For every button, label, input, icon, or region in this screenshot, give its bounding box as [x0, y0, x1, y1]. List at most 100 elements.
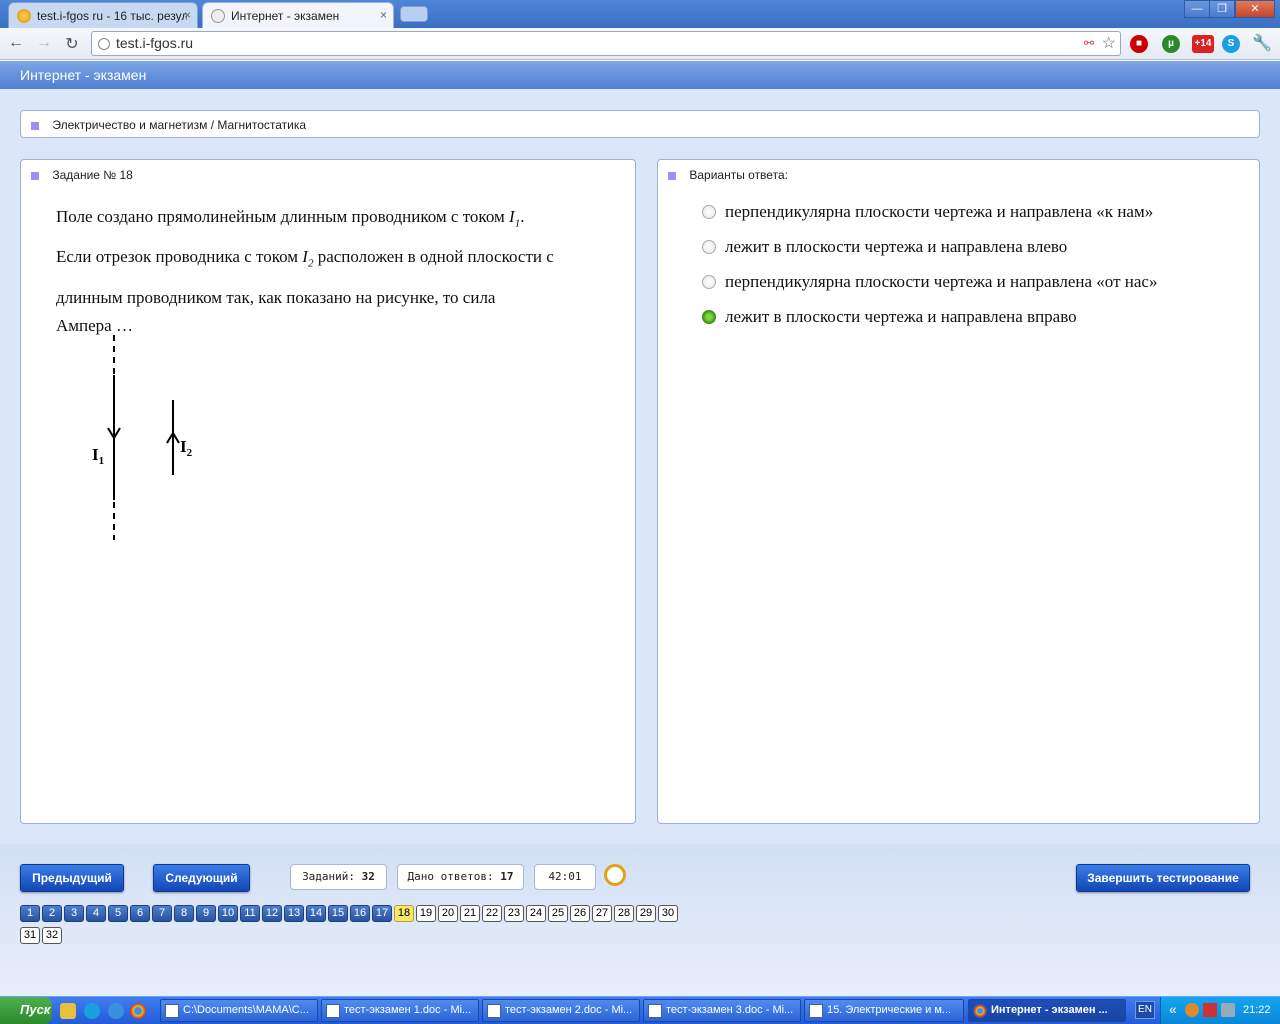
page-button-29[interactable]: 29 [636, 905, 656, 922]
page-button-22[interactable]: 22 [482, 905, 502, 922]
page-button-7[interactable]: 7 [152, 905, 172, 922]
radio-button[interactable] [702, 205, 716, 219]
page-button-13[interactable]: 13 [284, 905, 304, 922]
answer-option[interactable]: перпендикулярна плоскости чертежа и напр… [702, 272, 1157, 292]
page-button-17[interactable]: 17 [372, 905, 392, 922]
address-bar[interactable]: test.i-fgos.ru ⚯ ☆ [91, 31, 1121, 56]
question-line: расположен в одной плоскости с [313, 247, 554, 267]
taskbar-item-label: 15. Электрические и м... [827, 1004, 952, 1016]
question-line: . [520, 207, 525, 226]
page-button-8[interactable]: 8 [174, 905, 194, 922]
page-button-19[interactable]: 19 [416, 905, 436, 922]
answer-label: перпендикулярна плоскости чертежа и напр… [725, 202, 1154, 221]
answer-option[interactable]: перпендикулярна плоскости чертежа и напр… [702, 202, 1153, 222]
tray-app-icon[interactable] [1185, 1003, 1199, 1017]
answered-count-value: 17 [500, 870, 514, 883]
page-button-6[interactable]: 6 [130, 905, 150, 922]
minimize-button[interactable]: — [1184, 0, 1210, 18]
label-i2: I2 [180, 437, 193, 459]
page-button-28[interactable]: 28 [614, 905, 634, 922]
page-button-11[interactable]: 11 [240, 905, 260, 922]
page-button-21[interactable]: 21 [460, 905, 480, 922]
taskbar-item-label: C:\Documents\MAMA\C... [183, 1004, 309, 1016]
tasks-count-value: 32 [361, 870, 375, 883]
maximize-button[interactable]: ❐ [1209, 0, 1235, 18]
quicklaunch-icon[interactable] [60, 1003, 76, 1019]
page-button-20[interactable]: 20 [438, 905, 458, 922]
answers-panel: Варианты ответа: перпендикулярна плоскос… [657, 159, 1260, 824]
page-button-16[interactable]: 16 [350, 905, 370, 922]
page-button-23[interactable]: 23 [504, 905, 524, 922]
new-tab-button[interactable] [400, 6, 428, 22]
conductor-figure: I1 I2 [92, 335, 193, 540]
wrench-menu-icon[interactable]: 🔧 [1252, 35, 1272, 53]
answer-option[interactable]: лежит в плоскости чертежа и направлена в… [702, 237, 1067, 257]
tab-label: test.i-fgos ru - 16 тыс. резуль [37, 8, 187, 23]
utorrent-extension-icon[interactable]: µ [1162, 35, 1180, 53]
notifications-extension-icon[interactable]: +14 [1192, 35, 1214, 53]
previous-button[interactable]: Предыдущий [20, 864, 124, 892]
page-button-2[interactable]: 2 [42, 905, 62, 922]
taskbar-item[interactable]: C:\Documents\MAMA\C... [160, 999, 318, 1022]
page-button-3[interactable]: 3 [64, 905, 84, 922]
word-doc-icon [809, 1004, 823, 1018]
page-button-31[interactable]: 31 [20, 927, 40, 944]
skype-icon[interactable] [84, 1003, 100, 1019]
page-button-4[interactable]: 4 [86, 905, 106, 922]
page-button-15[interactable]: 15 [328, 905, 348, 922]
adblock-extension-icon[interactable]: ■ [1130, 35, 1148, 53]
language-indicator[interactable]: EN [1135, 1001, 1155, 1019]
tab-close-icon[interactable]: × [184, 8, 191, 22]
radio-button-selected[interactable] [702, 310, 716, 324]
radio-button[interactable] [702, 275, 716, 289]
chrome-icon[interactable] [130, 1003, 146, 1019]
ie-icon[interactable] [108, 1003, 124, 1019]
back-arrow-icon[interactable]: ← [6, 34, 26, 52]
page-button-26[interactable]: 26 [570, 905, 590, 922]
tab-search-results[interactable]: test.i-fgos ru - 16 тыс. резуль × [8, 2, 198, 28]
search-favicon-icon [17, 8, 31, 23]
tasks-count-label: Заданий: [302, 870, 356, 883]
forward-arrow-icon[interactable]: → [34, 34, 54, 52]
question-line: Поле создано прямолинейным длинным прово… [56, 207, 510, 226]
answer-option[interactable]: лежит в плоскости чертежа и направлена в… [702, 307, 1077, 327]
translate-icon[interactable]: ⚯ [1084, 36, 1094, 50]
taskbar-item[interactable]: тест-экзамен 1.doc - Mi... [321, 999, 479, 1022]
close-window-button[interactable]: ✕ [1235, 0, 1275, 18]
bookmark-star-icon[interactable]: ☆ [1102, 33, 1116, 53]
tray-volume-icon[interactable] [1221, 1003, 1235, 1017]
question-line: Если отрезок проводника с током [56, 247, 303, 267]
breadcrumb: Электричество и магнетизм / Магнитостати… [20, 110, 1260, 138]
finish-test-button[interactable]: Завершить тестирование [1076, 864, 1250, 892]
taskbar-item[interactable]: тест-экзамен 3.doc - Mi... [643, 999, 801, 1022]
answered-count-box: Дано ответов: 17 [397, 864, 524, 890]
start-button[interactable]: Пуск [0, 997, 52, 1024]
tray-network-icon[interactable] [1203, 1003, 1217, 1017]
radio-button[interactable] [702, 240, 716, 254]
browser-titlebar: test.i-fgos ru - 16 тыс. резуль × Интерн… [0, 0, 1280, 28]
taskbar-item[interactable]: тест-экзамен 2.doc - Mi... [482, 999, 640, 1022]
tab-close-icon[interactable]: × [380, 8, 387, 22]
page-button-14[interactable]: 14 [306, 905, 326, 922]
reload-icon[interactable]: ↻ [62, 34, 82, 54]
page-button-9[interactable]: 9 [196, 905, 216, 922]
page-button-24[interactable]: 24 [526, 905, 546, 922]
page-button-32[interactable]: 32 [42, 927, 62, 944]
page-button-25[interactable]: 25 [548, 905, 568, 922]
page-button-12[interactable]: 12 [262, 905, 282, 922]
page-button-30[interactable]: 30 [658, 905, 678, 922]
page-button-10[interactable]: 10 [218, 905, 238, 922]
taskbar-item-label: Интернет - экзамен ... [991, 1004, 1108, 1016]
exam-footer: Предыдущий Следующий Заданий: 32 Дано от… [0, 844, 1280, 996]
taskbar-item[interactable]: 15. Электрические и м... [804, 999, 964, 1022]
page-button-18[interactable]: 18 [394, 905, 414, 922]
label-i1: I1 [92, 445, 104, 467]
tray-expand-icon[interactable]: « [1169, 1001, 1177, 1017]
page-button-27[interactable]: 27 [592, 905, 612, 922]
page-button-1[interactable]: 1 [20, 905, 40, 922]
skype-extension-icon[interactable]: S [1222, 35, 1240, 53]
page-button-5[interactable]: 5 [108, 905, 128, 922]
next-button[interactable]: Следующий [153, 864, 250, 892]
tab-exam[interactable]: Интернет - экзамен × [202, 2, 394, 28]
taskbar-item-active[interactable]: Интернет - экзамен ... [968, 999, 1126, 1022]
